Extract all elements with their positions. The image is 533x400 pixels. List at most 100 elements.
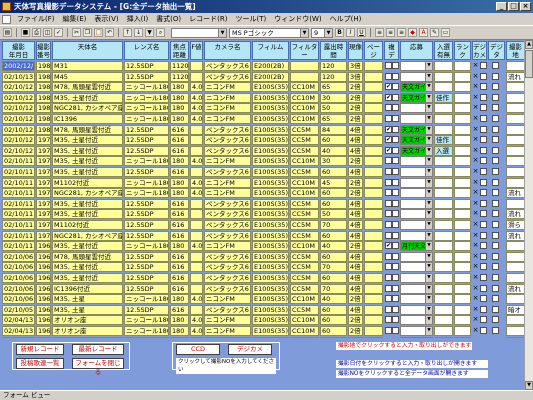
cell-camera[interactable]: ニコンFM bbox=[204, 82, 251, 93]
cell-rank[interactable] bbox=[454, 251, 471, 262]
chevron-down-icon[interactable]: ▼ bbox=[425, 231, 432, 240]
contest-combo[interactable]: 天文ガイド ▼ bbox=[400, 124, 433, 135]
cell-f-value[interactable] bbox=[190, 145, 203, 156]
cell-film[interactable]: E100S(35) bbox=[252, 135, 289, 146]
cell-prize[interactable] bbox=[434, 304, 453, 315]
cell-f-value[interactable]: 4.0 bbox=[190, 315, 203, 326]
italic-icon[interactable]: I bbox=[346, 28, 355, 37]
cell-f-value[interactable]: 4.0 bbox=[190, 156, 203, 167]
cell-focal-length[interactable]: 180 bbox=[170, 315, 189, 326]
cell-rank[interactable] bbox=[454, 326, 471, 336]
cell-lens[interactable]: 12.5SDP bbox=[124, 220, 169, 230]
chevron-down-icon[interactable]: ▼ bbox=[425, 316, 432, 325]
font-name-combo[interactable]: MS Pゴシック ▼ bbox=[229, 27, 309, 38]
underline-icon[interactable]: U bbox=[357, 28, 366, 37]
checkbox[interactable] bbox=[480, 72, 487, 80]
cell-place[interactable] bbox=[506, 145, 524, 156]
checkbox[interactable] bbox=[492, 231, 499, 239]
cell-page[interactable] bbox=[364, 177, 383, 188]
cell-develop[interactable]: 4倍 bbox=[348, 209, 363, 220]
cell-object[interactable]: M78, 馬頭星雲付近 bbox=[52, 251, 123, 262]
checkbox[interactable] bbox=[492, 274, 499, 281]
cell-filter[interactable]: CC10M bbox=[290, 188, 319, 199]
checkbox[interactable] bbox=[385, 231, 392, 239]
checkbox[interactable] bbox=[492, 305, 499, 313]
cell-rank[interactable] bbox=[454, 177, 471, 188]
chevron-down-icon[interactable]: ▼ bbox=[425, 178, 432, 187]
close-icon[interactable]: × bbox=[472, 294, 479, 304]
cell-exposure[interactable]: 65 bbox=[320, 82, 347, 93]
cell-f-value[interactable] bbox=[190, 273, 203, 283]
cell-f-value[interactable] bbox=[190, 251, 203, 262]
bold-icon[interactable]: B bbox=[335, 28, 344, 37]
checkbox[interactable] bbox=[480, 284, 487, 292]
close-icon[interactable]: × bbox=[472, 146, 479, 156]
cell-camera[interactable]: ニコンFM bbox=[204, 103, 251, 114]
cell-camera[interactable]: ニコンFM bbox=[204, 326, 251, 336]
cell-film[interactable]: E100S(35) bbox=[252, 92, 289, 103]
cell-develop[interactable]: 4倍 bbox=[348, 145, 363, 156]
cell-rank[interactable] bbox=[454, 241, 471, 252]
cell-exposure[interactable]: 60 bbox=[320, 326, 347, 336]
cell-develop[interactable]: 2倍 bbox=[348, 82, 363, 93]
cell-film[interactable]: E100S(35) bbox=[252, 230, 289, 241]
cell-rank[interactable] bbox=[454, 294, 471, 305]
cell-develop[interactable]: 2倍 bbox=[348, 92, 363, 103]
cell-develop[interactable]: 4倍 bbox=[348, 304, 363, 315]
cell-exposure[interactable]: 30 bbox=[320, 156, 347, 167]
cell-place[interactable] bbox=[506, 114, 524, 124]
cell-film[interactable]: E100S(35) bbox=[252, 114, 289, 124]
chevron-down-icon[interactable]: ▼ bbox=[425, 263, 432, 272]
cell-prize[interactable] bbox=[434, 61, 453, 71]
cell-camera[interactable]: ペンタックス6×7 bbox=[204, 304, 251, 315]
paste-icon[interactable]: 📋 bbox=[94, 28, 103, 37]
cell-lens[interactable]: ニッコール180ED bbox=[124, 241, 169, 252]
contest-combo[interactable]: ▼ bbox=[400, 220, 433, 230]
column-header[interactable]: 撮影地 bbox=[506, 41, 524, 60]
cell-date[interactable]: 02/10/12 bbox=[2, 114, 35, 124]
cell-film[interactable]: E100S(35) bbox=[252, 177, 289, 188]
cell-f-value[interactable] bbox=[190, 61, 203, 71]
cell-camera[interactable]: ニコンFM bbox=[204, 294, 251, 305]
fill-color-icon[interactable]: ◆ bbox=[408, 28, 417, 37]
cell-f-value[interactable]: 4.0 bbox=[190, 326, 203, 336]
cell-film[interactable]: E100S(35) bbox=[252, 145, 289, 156]
cell-filter[interactable]: CC5M bbox=[290, 198, 319, 209]
cell-object[interactable]: M35, 土星付近 bbox=[52, 167, 123, 177]
cell-rank[interactable] bbox=[454, 209, 471, 220]
cell-focal-length[interactable]: 180 bbox=[170, 188, 189, 199]
checkbox[interactable] bbox=[480, 199, 487, 207]
cell-page[interactable] bbox=[364, 262, 383, 273]
cell-exposure[interactable]: 60 bbox=[320, 188, 347, 199]
cell-rank[interactable] bbox=[454, 92, 471, 103]
contest-combo[interactable]: ▼ bbox=[400, 315, 433, 326]
cell-date[interactable]: 02/10/11 bbox=[2, 177, 35, 188]
checkbox[interactable] bbox=[385, 295, 392, 303]
cell-rank[interactable] bbox=[454, 103, 471, 114]
close-icon[interactable]: × bbox=[472, 252, 479, 262]
chevron-down-icon[interactable]: ▼ bbox=[425, 221, 432, 229]
maximize-button[interactable]: □ bbox=[508, 2, 519, 11]
cell-place[interactable] bbox=[506, 315, 524, 326]
cell-lens[interactable]: ニッコール180ED bbox=[124, 294, 169, 305]
checkbox[interactable] bbox=[392, 115, 399, 122]
line-color-icon[interactable]: ✎ bbox=[430, 28, 439, 37]
vertical-scrollbar[interactable]: ▲ ▼ bbox=[524, 40, 533, 390]
cell-rank[interactable] bbox=[454, 145, 471, 156]
cell-f-value[interactable] bbox=[190, 262, 203, 273]
cell-object[interactable]: M35, 土星付近 bbox=[52, 135, 123, 146]
document-icon[interactable] bbox=[2, 14, 11, 24]
cell-date[interactable]: 02/10/12 bbox=[2, 103, 35, 114]
close-icon[interactable]: × bbox=[472, 178, 479, 188]
ccd-button[interactable]: CCD bbox=[176, 344, 220, 355]
cell-place[interactable] bbox=[506, 198, 524, 209]
cell-develop[interactable]: 4倍 bbox=[348, 230, 363, 241]
cell-object[interactable]: NGC281, カシオペア座 bbox=[52, 230, 123, 241]
cell-lens[interactable]: 12.5SDP bbox=[124, 209, 169, 220]
cell-lens[interactable]: 12.5SDP bbox=[124, 262, 169, 273]
cell-date[interactable]: 02/10/11 bbox=[2, 188, 35, 199]
column-header[interactable]: 入選 有無 bbox=[434, 41, 453, 60]
checkbox[interactable] bbox=[480, 189, 487, 197]
chevron-down-icon[interactable]: ▼ bbox=[425, 157, 432, 166]
cell-filter[interactable]: CC5M bbox=[290, 167, 319, 177]
